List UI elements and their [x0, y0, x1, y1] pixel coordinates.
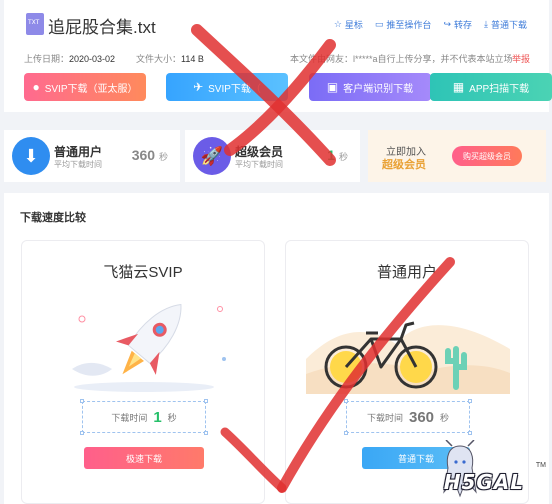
star-icon: ☆ — [333, 19, 342, 29]
file-size: 文件大小：114 B — [136, 54, 204, 64]
tv-icon: ▭ — [374, 19, 384, 29]
rocket-illustration — [72, 303, 226, 392]
normal-user-title: 普通用户 — [54, 145, 103, 159]
normal-name: 普通用户 — [376, 264, 437, 281]
download-icon: ⤓ — [484, 19, 488, 29]
svip-time-value: 1 — [153, 408, 162, 426]
buy-super-member-button[interactable]: 购买超级会员 — [452, 146, 522, 166]
svip-download-button[interactable]: ✈ SVIP下载（ — [166, 73, 288, 101]
normal-download-action[interactable]: ⤓ 普通下载 — [484, 18, 527, 31]
qr-icon: ▦ — [452, 80, 465, 94]
super-member-card: 🚀 超级会员 平均下载时间 1 秒 — [185, 130, 360, 182]
client-download-button[interactable]: ▣ 客户端识别下载 — [309, 73, 431, 101]
planet-icon: ● — [32, 80, 40, 94]
super-member-time: 1 秒 — [327, 147, 348, 163]
compare-title: 下载速度比较 — [20, 212, 86, 224]
file-info-panel: TXT 追屁股合集.txt ☆ 星标 ▭ 推至操作台 ↪ 转存 ⤓ 普通下载 上传日期：… — [4, 0, 552, 112]
push-to-console-action[interactable]: ▭ 推至操作台 — [375, 18, 432, 31]
normal-user-time: 360 秒 — [131, 147, 168, 163]
normal-time-value: 360 — [408, 408, 435, 426]
join-super-text: 超级会员 — [382, 159, 426, 171]
bicycle-illustration — [306, 321, 510, 394]
normal-user-subtitle: 平均下载时间 — [54, 160, 102, 169]
star-action[interactable]: ☆ 星标 — [334, 18, 363, 31]
fast-download-button[interactable]: 极速下载 — [84, 447, 204, 469]
plane-icon: ✈ — [193, 80, 204, 94]
watermark-text: H5GAL — [443, 470, 524, 494]
svip-name: 飞猫云SVIP — [103, 264, 183, 281]
app-scan-download-button[interactable]: ▦ APP扫描下载 — [430, 73, 552, 101]
super-member-subtitle: 平均下载时间 — [235, 160, 283, 169]
normal-time-box: 下载时间 360 秒 — [344, 399, 472, 435]
forward-icon: ↪ — [443, 19, 451, 29]
rocket-icon: 🚀 — [193, 137, 231, 175]
join-super-card: 立即加入 超级会员 购买超级会员 — [368, 130, 546, 182]
watermark-tm: TM — [535, 462, 546, 469]
h5gal-watermark: H5GAL TM — [430, 440, 550, 500]
svip-asia-download-button[interactable]: ● SVIP下载（亚太服） — [24, 73, 146, 101]
download-button-row: ● SVIP下载（亚太服） ✈ SVIP下载（ ▣ 客户端识别下载 ▦ APP扫描下载 — [24, 73, 552, 101]
super-member-title: 超级会员 — [235, 145, 284, 159]
uploader-notice: 本文件由网友：l*****a自行上传分享，并不代表本站立场 — [290, 54, 513, 64]
report-link[interactable]: 举报 — [512, 52, 530, 65]
normal-user-card: ⬇ 普通用户 平均下载时间 360 秒 — [4, 130, 180, 182]
file-name: 追屁股合集.txt — [48, 18, 156, 37]
upload-date: 上传日期：2020-03-02 — [24, 54, 116, 64]
save-action[interactable]: ↪ 转存 — [443, 18, 472, 31]
client-icon: ▣ — [326, 80, 339, 94]
svip-time-box: 下载时间 1 秒 — [80, 399, 208, 435]
svip-compare-card: 飞猫云SVIP 下载时间 1 秒 极速下载 — [21, 240, 265, 504]
download-arrow-icon: ⬇ — [12, 137, 50, 175]
txt-file-icon: TXT — [26, 13, 44, 35]
file-actions: ☆ 星标 ▭ 推至操作台 ↪ 转存 ⤓ 普通下载 — [334, 18, 527, 31]
